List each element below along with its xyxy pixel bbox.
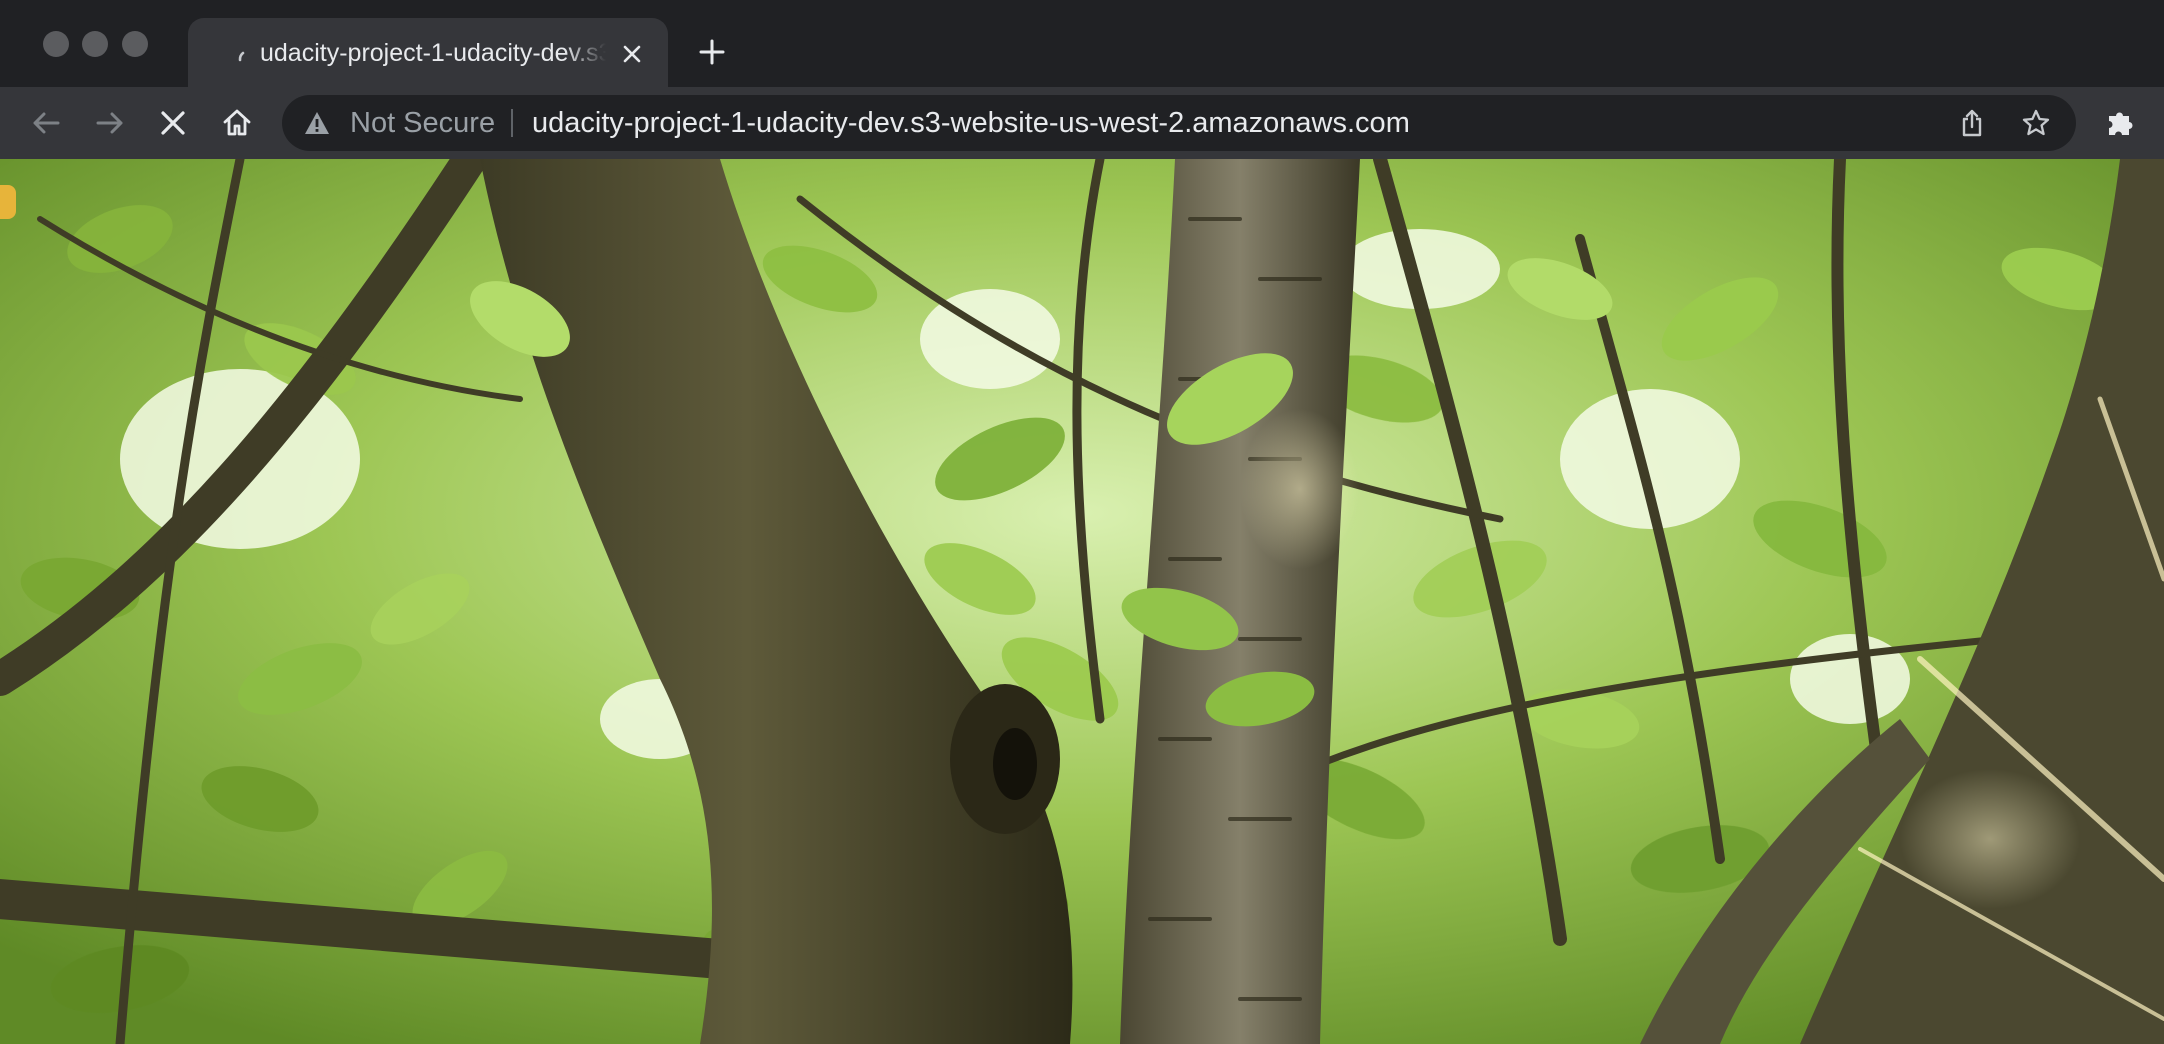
- stop-loading-button[interactable]: [151, 101, 195, 145]
- window-zoom-button[interactable]: [122, 31, 148, 57]
- extensions-button[interactable]: [2098, 101, 2142, 145]
- tab-active[interactable]: udacity-project-1-udacity-dev.s3-website…: [188, 18, 668, 87]
- tab-close-button[interactable]: [616, 38, 648, 70]
- forward-button[interactable]: [88, 101, 132, 145]
- page-corner-tab[interactable]: [0, 185, 16, 219]
- url-text[interactable]: udacity-project-1-udacity-dev.s3-website…: [532, 95, 1410, 151]
- share-icon: [1962, 109, 1982, 137]
- arrow-right-icon: [96, 112, 123, 134]
- tab-title: udacity-project-1-udacity-dev.s3-website…: [260, 39, 606, 67]
- tab-strip: udacity-project-1-udacity-dev.s3-website…: [0, 0, 2164, 87]
- arrow-left-icon: [33, 112, 60, 134]
- security-indicator[interactable]: Not Secure: [350, 95, 495, 151]
- warning-triangle-icon[interactable]: [304, 111, 330, 135]
- back-button[interactable]: [24, 101, 68, 145]
- star-icon: [2022, 109, 2050, 136]
- bookmark-button[interactable]: [2016, 103, 2056, 143]
- home-icon: [223, 109, 251, 136]
- window-close-button[interactable]: [43, 31, 69, 57]
- address-bar-divider: [511, 109, 513, 137]
- window-minimize-button[interactable]: [82, 31, 108, 57]
- forest-photo: [0, 159, 2164, 1044]
- plus-icon: [699, 39, 725, 65]
- new-tab-button[interactable]: [692, 32, 732, 72]
- address-bar[interactable]: Not Secure udacity-project-1-udacity-dev…: [282, 95, 2076, 151]
- puzzle-icon: [2109, 112, 2133, 135]
- close-icon: [623, 45, 641, 63]
- browser-toolbar: Not Secure udacity-project-1-udacity-dev…: [0, 87, 2164, 159]
- browser-window: udacity-project-1-udacity-dev.s3-website…: [0, 0, 2164, 1044]
- home-button[interactable]: [215, 101, 259, 145]
- share-button[interactable]: [1952, 103, 1992, 143]
- page-content: [0, 159, 2164, 1044]
- close-icon: [161, 111, 185, 135]
- loading-spinner-icon: [238, 51, 245, 62]
